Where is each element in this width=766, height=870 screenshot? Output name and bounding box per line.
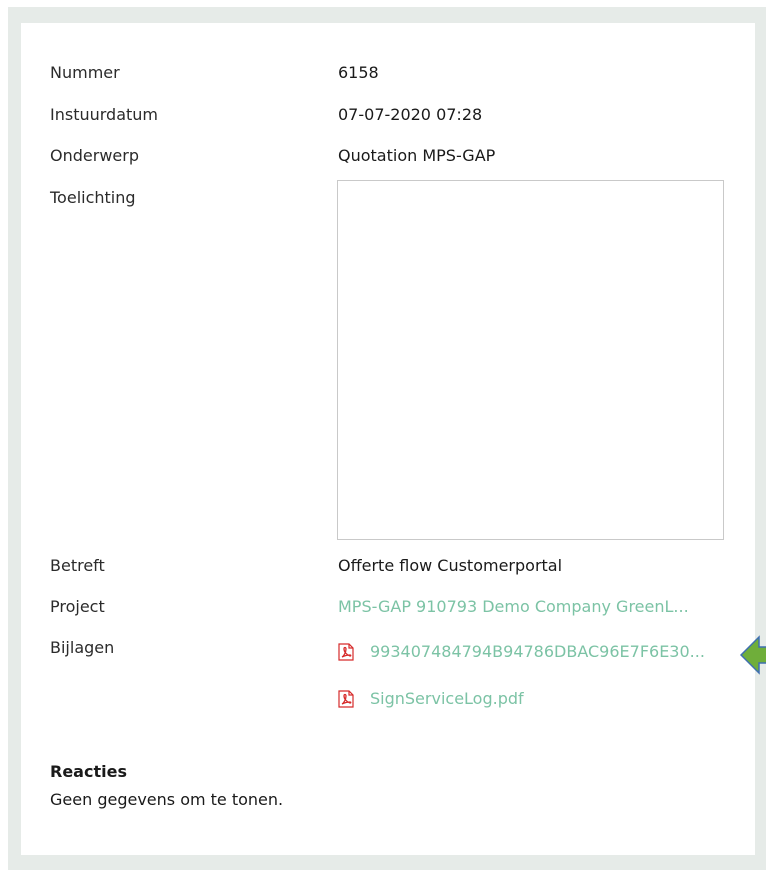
toelichting-label: Toelichting <box>50 188 136 207</box>
project-label: Project <box>50 597 105 616</box>
project-link[interactable]: MPS-GAP 910793 Demo Company GreenL... <box>338 597 689 617</box>
instuurdatum-label: Instuurdatum <box>50 105 159 124</box>
onderwerp-value: Quotation MPS-GAP <box>338 146 496 165</box>
attachment-name: 993407484794B94786DBAC96E7F6E30... <box>370 642 705 661</box>
toelichting-textarea[interactable] <box>337 180 724 540</box>
onderwerp-label: Onderwerp <box>50 146 139 165</box>
pdf-icon <box>338 690 354 708</box>
nummer-value: 6158 <box>338 63 379 82</box>
reacties-heading: Reacties <box>50 762 127 781</box>
instuurdatum-value: 07-07-2020 07:28 <box>338 105 483 124</box>
betreft-value: Offerte flow Customerportal <box>338 556 563 575</box>
attachment-link[interactable]: SignServiceLog.pdf <box>336 689 524 709</box>
nummer-label: Nummer <box>50 63 120 82</box>
attachment-name: SignServiceLog.pdf <box>370 689 524 708</box>
pdf-icon <box>338 643 354 661</box>
attachment-link[interactable]: 993407484794B94786DBAC96E7F6E30... <box>336 642 705 662</box>
bijlagen-label: Bijlagen <box>50 638 115 657</box>
betreft-label: Betreft <box>50 556 105 575</box>
arrow-left-icon <box>740 635 766 675</box>
reacties-empty-text: Geen gegevens om te tonen. <box>50 790 284 809</box>
